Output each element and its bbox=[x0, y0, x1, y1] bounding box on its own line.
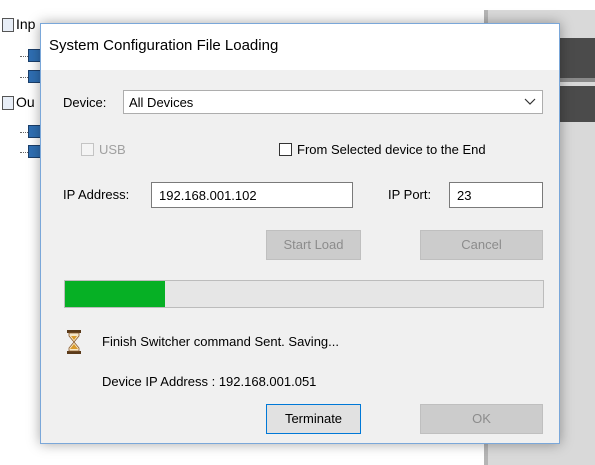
tree-subitem-output-2[interactable] bbox=[20, 145, 41, 159]
device-select[interactable]: All Devices bbox=[123, 90, 543, 114]
output-node-icon bbox=[2, 96, 14, 111]
start-load-button[interactable]: Start Load bbox=[266, 230, 361, 260]
chevron-down-icon bbox=[524, 95, 536, 110]
device-ip-text: Device IP Address : 192.168.001.051 bbox=[102, 374, 317, 389]
hourglass-icon bbox=[66, 330, 82, 354]
tree-item-output-label: Ou bbox=[16, 94, 35, 110]
tree-subitem-input-2[interactable] bbox=[20, 70, 41, 84]
dialog-titlebar[interactable]: System Configuration File Loading bbox=[41, 24, 559, 70]
ok-button[interactable]: OK bbox=[420, 404, 543, 434]
usb-label: USB bbox=[99, 142, 126, 157]
device-select-value: All Devices bbox=[129, 95, 194, 110]
cancel-button[interactable]: Cancel bbox=[420, 230, 543, 260]
tree-item-output[interactable]: Ou bbox=[2, 94, 35, 111]
dialog-title: System Configuration File Loading bbox=[49, 37, 279, 54]
from-selected-checkbox[interactable] bbox=[279, 143, 292, 156]
status-text: Finish Switcher command Sent. Saving... bbox=[102, 334, 339, 349]
tree-item-input[interactable]: Inp bbox=[2, 16, 36, 33]
input-node-icon bbox=[2, 18, 14, 33]
ip-address-label: IP Address: bbox=[63, 187, 130, 202]
device-label: Device: bbox=[63, 95, 107, 110]
terminate-button[interactable]: Terminate bbox=[266, 404, 361, 434]
usb-checkbox[interactable] bbox=[81, 143, 94, 156]
ip-address-field[interactable]: 192.168.001.102 bbox=[151, 182, 353, 208]
from-selected-label: From Selected device to the End bbox=[297, 142, 486, 157]
ip-port-field[interactable]: 23 bbox=[449, 182, 543, 208]
tree-subitem-input-1[interactable] bbox=[20, 49, 41, 63]
load-progress-bar bbox=[64, 280, 544, 308]
ip-port-label: IP Port: bbox=[388, 187, 432, 202]
progress-fill bbox=[65, 281, 166, 307]
tree-subitem-output-1[interactable] bbox=[20, 125, 41, 139]
tree-item-input-label: Inp bbox=[16, 16, 36, 32]
system-config-dialog: System Configuration File Loading Device… bbox=[40, 23, 560, 444]
